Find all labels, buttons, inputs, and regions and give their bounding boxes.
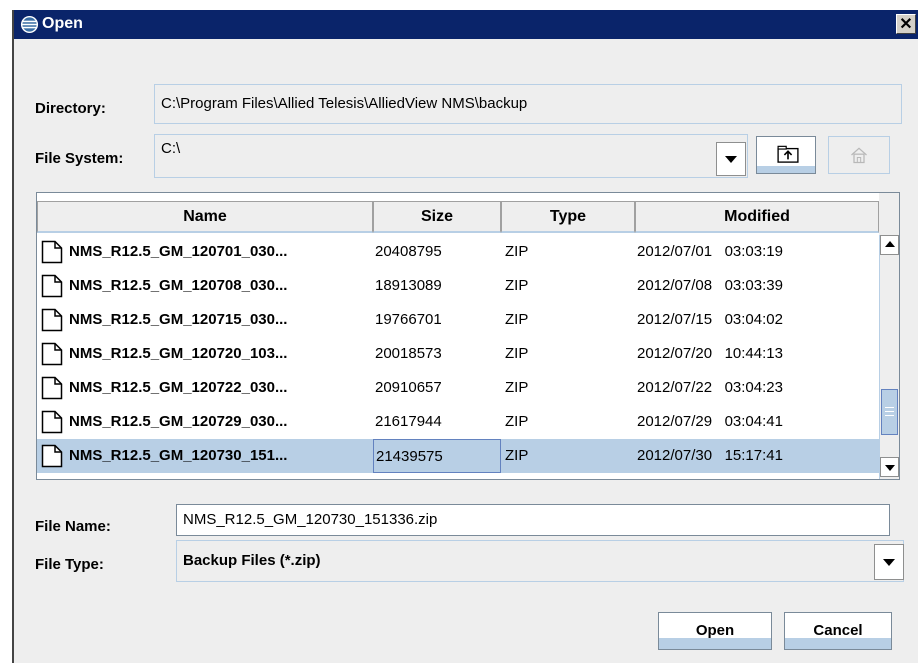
file-size-cell: 18913089 (375, 277, 442, 294)
vertical-scrollbar[interactable] (879, 235, 899, 479)
file-modified-cell: 2012/07/15 03:04:02 (637, 311, 783, 328)
table-row[interactable]: NMS_R12.5_GM_120729_030... 21617944 ZIP … (37, 405, 879, 439)
file-icon (41, 444, 63, 468)
directory-label: Directory: (35, 100, 106, 117)
file-type-label: File Type: (35, 556, 104, 573)
file-icon (41, 308, 63, 332)
column-header-type[interactable]: Type (501, 201, 635, 233)
window-title: Open (42, 15, 83, 32)
scroll-down-button[interactable] (880, 457, 899, 477)
open-button[interactable]: Open (658, 612, 772, 650)
file-modified-cell: 2012/07/22 03:04:23 (637, 379, 783, 396)
arrow-down-icon (884, 465, 895, 471)
table-row[interactable]: NMS_R12.5_GM_120720_103... 20018573 ZIP … (37, 337, 879, 371)
file-icon (41, 274, 63, 298)
title-bar[interactable]: Open ✕ (14, 10, 918, 39)
file-system-label: File System: (35, 150, 124, 167)
home-button[interactable] (828, 136, 890, 174)
up-one-level-button[interactable] (756, 136, 816, 174)
table-row-selected[interactable]: NMS_R12.5_GM_120730_151... 21439575 ZIP … (37, 439, 879, 473)
file-size-cell: 21617944 (375, 413, 442, 430)
table-row[interactable]: NMS_R12.5_GM_120715_030... 19766701 ZIP … (37, 303, 879, 337)
file-system-combo[interactable]: C:\ (154, 134, 748, 178)
grip-line (885, 407, 894, 408)
file-icon (41, 376, 63, 400)
file-name-cell: NMS_R12.5_GM_120720_103... (69, 345, 288, 362)
scroll-corner (879, 193, 899, 235)
file-icon (41, 342, 63, 366)
app-globe-icon (20, 15, 39, 34)
file-name-cell: NMS_R12.5_GM_120722_030... (69, 379, 288, 396)
file-type-dropdown-button[interactable] (874, 544, 904, 580)
grip-line (885, 415, 894, 416)
arrow-up-icon (884, 241, 895, 247)
table-row[interactable]: NMS_R12.5_GM_120722_030... 20910657 ZIP … (37, 371, 879, 405)
file-type-cell: ZIP (505, 379, 529, 396)
table-row[interactable]: NMS_R12.5_GM_120701_030... 20408795 ZIP … (37, 235, 879, 269)
file-type-cell: ZIP (505, 277, 529, 294)
close-button[interactable]: ✕ (896, 14, 916, 34)
chevron-down-icon (725, 156, 737, 163)
file-name-cell: NMS_R12.5_GM_120708_030... (69, 277, 288, 294)
file-name-input[interactable]: NMS_R12.5_GM_120730_151336.zip (176, 504, 890, 536)
file-type-cell: ZIP (505, 413, 529, 430)
column-header-name[interactable]: Name (37, 201, 373, 233)
up-folder-icon (777, 145, 799, 163)
file-name-cell: NMS_R12.5_GM_120730_151... (69, 447, 288, 464)
open-dialog: Open ✕ Directory: C:\Program Files\Allie… (12, 10, 918, 663)
file-name-cell: NMS_R12.5_GM_120729_030... (69, 413, 288, 430)
table-row[interactable]: NMS_R12.5_GM_120708_030... 18913089 ZIP … (37, 269, 879, 303)
file-size-cell: 20408795 (375, 243, 442, 260)
file-size-cell: 21439575 (373, 439, 501, 473)
file-icon (41, 410, 63, 434)
file-modified-cell: 2012/07/01 03:03:19 (637, 243, 783, 260)
file-name-value: NMS_R12.5_GM_120730_151336.zip (183, 511, 438, 528)
file-name-label: File Name: (35, 518, 111, 535)
column-header-size[interactable]: Size (373, 201, 501, 233)
file-type-cell: ZIP (505, 447, 529, 464)
scroll-thumb[interactable] (881, 389, 898, 435)
file-size-cell: 20910657 (375, 379, 442, 396)
table-header: Name Size Type Modified (37, 193, 879, 235)
directory-field: C:\Program Files\Allied Telesis\AlliedVi… (154, 84, 902, 124)
file-list-table[interactable]: Name Size Type Modified NMS_R12.5_GM_120… (36, 192, 900, 480)
file-modified-cell: 2012/07/08 03:03:39 (637, 277, 783, 294)
file-size-cell: 19766701 (375, 311, 442, 328)
file-size-cell: 20018573 (375, 345, 442, 362)
file-type-cell: ZIP (505, 243, 529, 260)
file-system-value: C:\ (161, 140, 181, 157)
file-type-cell: ZIP (505, 311, 529, 328)
file-modified-cell: 2012/07/30 15:17:41 (637, 447, 783, 464)
grip-line (885, 411, 894, 412)
file-system-dropdown-button[interactable] (716, 142, 746, 176)
file-type-cell: ZIP (505, 345, 529, 362)
file-name-cell: NMS_R12.5_GM_120715_030... (69, 311, 288, 328)
close-icon: ✕ (899, 16, 913, 33)
scroll-up-button[interactable] (880, 235, 899, 255)
file-type-combo[interactable]: Backup Files (*.zip) (176, 540, 904, 582)
file-modified-cell: 2012/07/29 03:04:41 (637, 413, 783, 430)
home-icon (851, 147, 867, 164)
file-icon (41, 240, 63, 264)
directory-value: C:\Program Files\Allied Telesis\AlliedVi… (161, 95, 528, 112)
column-header-modified[interactable]: Modified (635, 201, 879, 233)
chevron-down-icon (883, 559, 895, 566)
file-type-value: Backup Files (*.zip) (183, 552, 321, 569)
file-modified-cell: 2012/07/20 10:44:13 (637, 345, 783, 362)
cancel-button[interactable]: Cancel (784, 612, 892, 650)
file-name-cell: NMS_R12.5_GM_120701_030... (69, 243, 288, 260)
